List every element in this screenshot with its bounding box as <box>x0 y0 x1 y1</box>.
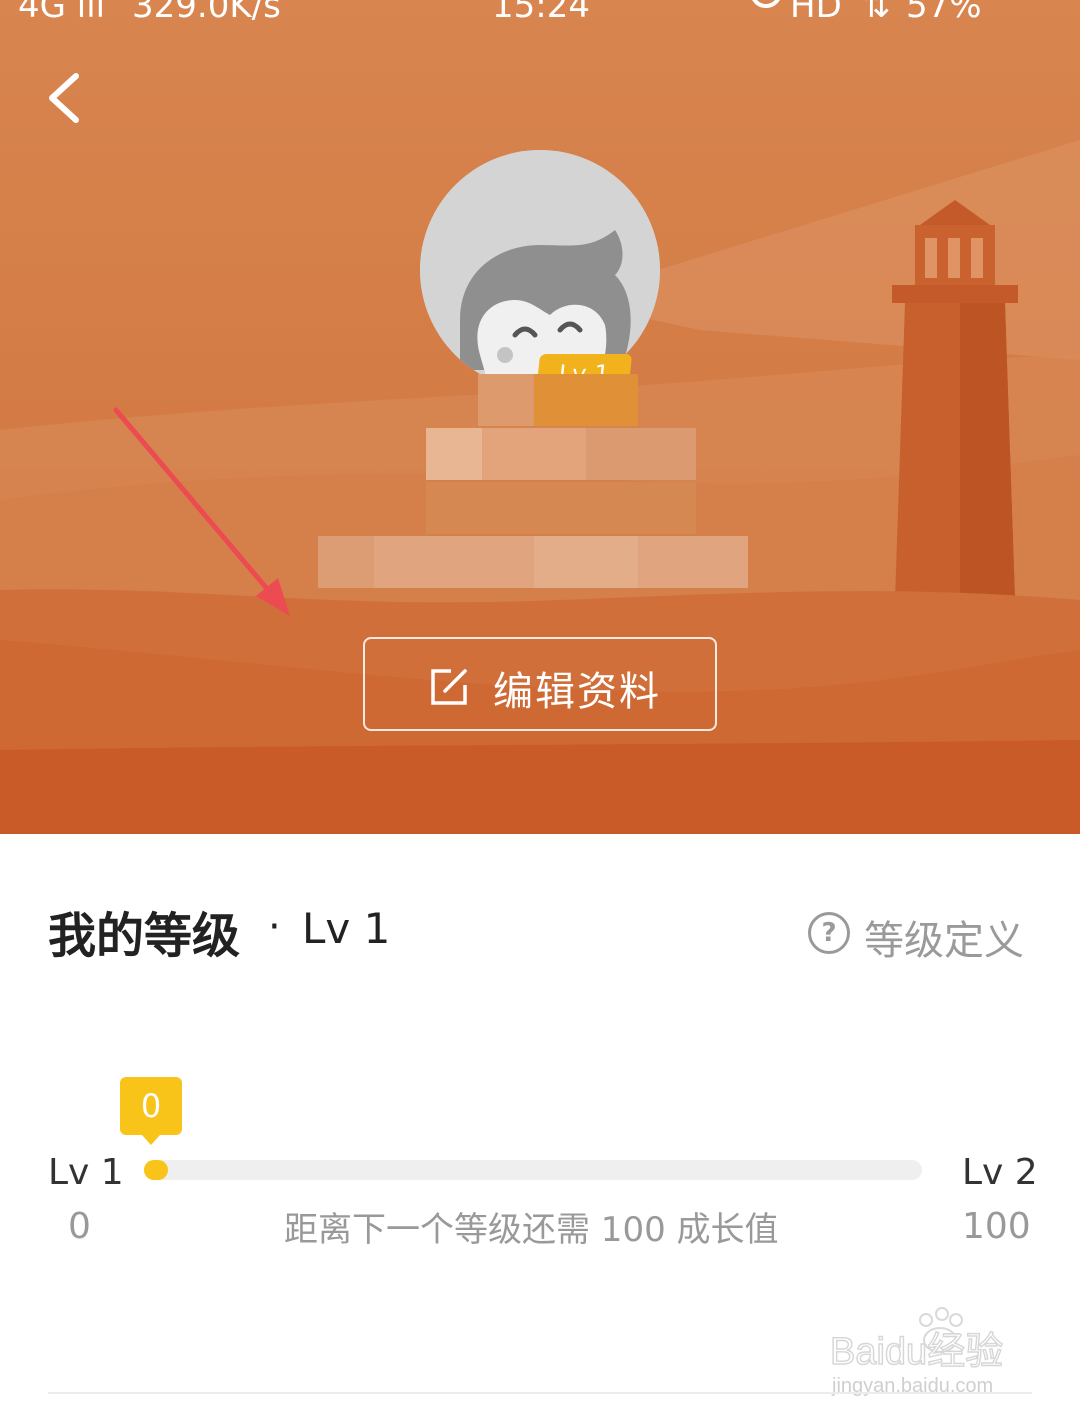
level-card: 我的等级 · Lv 1 ? 等级定义 0 Lv 1 Lv 2 0 距离下一个等级… <box>0 834 1080 1422</box>
profile-header: 4G ıll 329.0K/s 15:24 HD ⇅ 57% Lv <box>0 0 1080 834</box>
level-definition-label: 等级定义 <box>864 918 1024 964</box>
progress-value-bubble: 0 <box>120 1077 182 1145</box>
back-button[interactable] <box>36 66 96 126</box>
signal-indicator: 4G ıll <box>18 0 106 26</box>
progress-fill <box>144 1160 168 1180</box>
alarm-icon <box>750 0 782 8</box>
annotation-arrow-icon <box>113 407 290 616</box>
wifi-icon: ⇅ <box>862 0 891 26</box>
network-speed: 329.0K/s <box>132 0 281 26</box>
divider <box>48 1392 1032 1394</box>
chevron-left-icon <box>49 73 79 123</box>
status-bar: 4G ıll 329.0K/s 15:24 HD ⇅ 57% <box>0 0 1080 26</box>
level-title: 我的等级 <box>48 908 241 964</box>
progress-track <box>144 1160 922 1180</box>
progress-end-value: 100 <box>962 1206 1031 1247</box>
progress-start-value: 0 <box>68 1206 91 1247</box>
edit-icon <box>431 669 467 705</box>
hd-indicator: HD <box>790 0 842 26</box>
question-circle-icon: ? <box>808 912 850 954</box>
clock: 15:24 <box>492 0 590 26</box>
baidu-jingyan-watermark: Baidu经验 jingyan.baidu.com <box>829 1307 1004 1397</box>
progress-start-level: Lv 1 <box>48 1152 124 1193</box>
battery-percent: 57% <box>906 0 982 26</box>
progress-end-level: Lv 2 <box>962 1152 1038 1193</box>
edit-profile-label: 编辑资料 <box>493 669 661 715</box>
blurred-username <box>318 374 748 590</box>
level-page: 4G ıll 329.0K/s 15:24 HD ⇅ 57% Lv <box>0 0 1080 1422</box>
current-level: Lv 1 <box>302 904 391 953</box>
watermark-brand: Baidu经验 <box>830 1331 1003 1373</box>
edit-profile-button[interactable]: 编辑资料 <box>363 637 717 731</box>
title-separator: · <box>268 904 281 950</box>
remaining-growth-text: 距离下一个等级还需 100 成长值 <box>284 1210 779 1250</box>
